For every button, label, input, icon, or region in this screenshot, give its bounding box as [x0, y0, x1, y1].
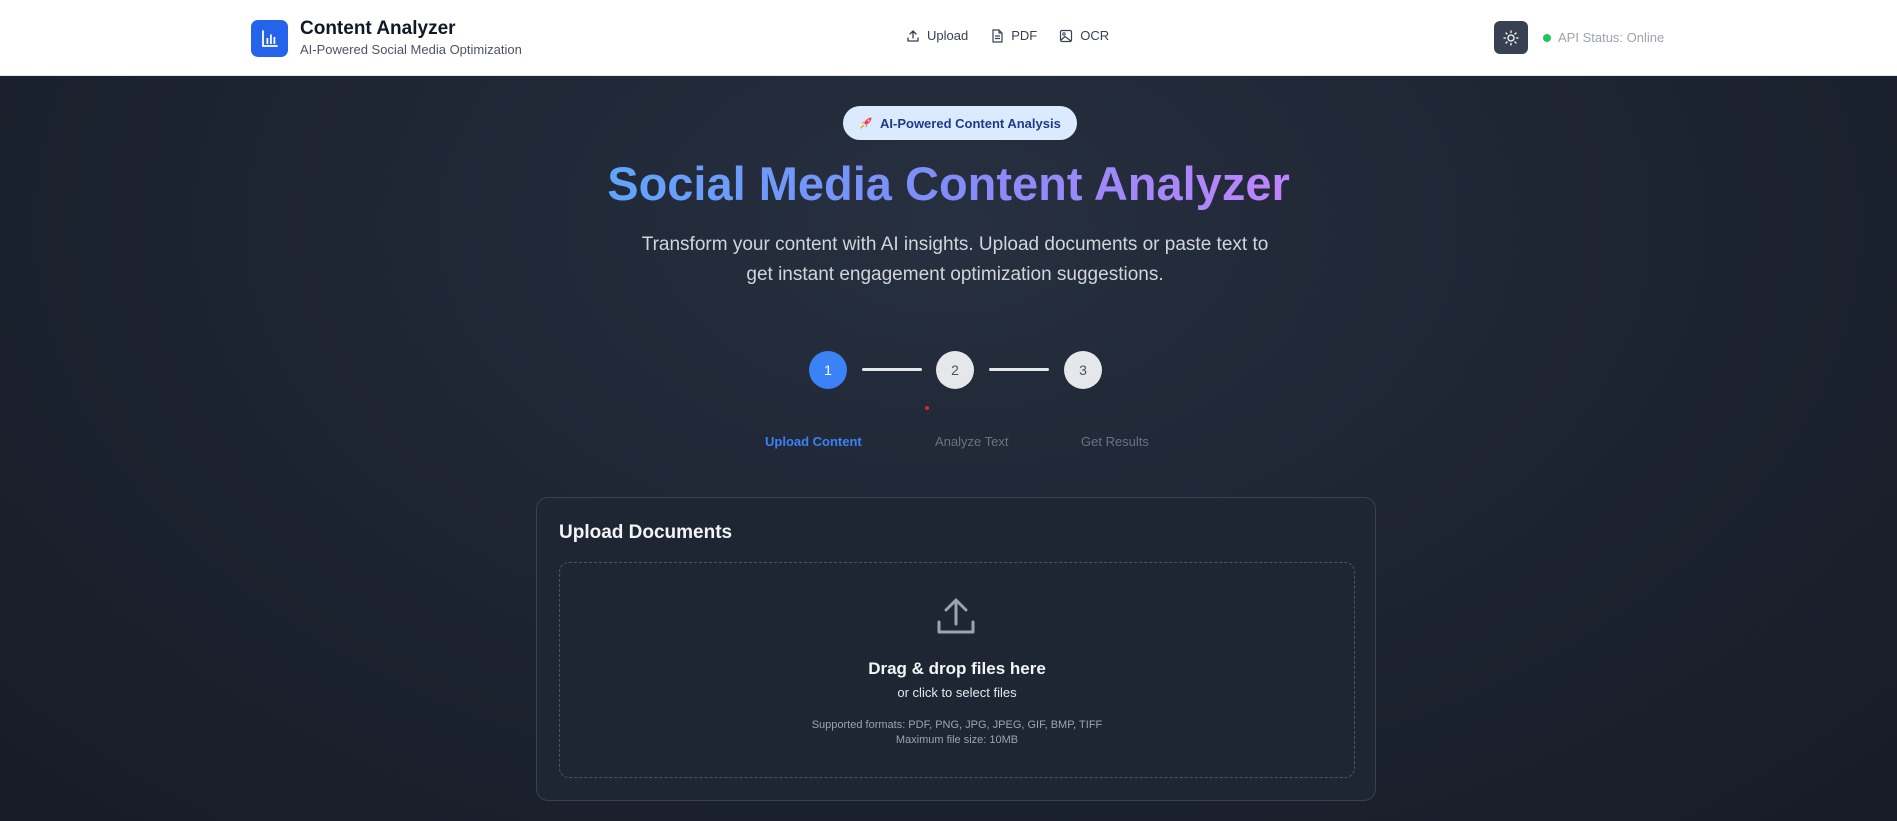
document-icon [992, 28, 1003, 43]
step-3: 3 [1064, 351, 1102, 389]
sun-icon [1503, 29, 1519, 46]
dropzone-title: Drag & drop files here [868, 659, 1046, 678]
step-connector [989, 368, 1049, 371]
api-status: API Status: Online [1543, 30, 1664, 45]
app-title: Content Analyzer [300, 18, 456, 39]
bar-chart-icon [251, 20, 288, 57]
indicator-dot [925, 406, 929, 410]
upload-icon [937, 598, 975, 634]
nav-ocr[interactable]: OCR [1059, 28, 1109, 43]
file-dropzone[interactable]: Drag & drop files here or click to selec… [559, 562, 1355, 778]
upload-card: Upload Documents Drag & drop files here … [536, 497, 1376, 801]
api-status-text: API Status: Online [1558, 30, 1665, 45]
image-icon [1060, 29, 1073, 42]
main-nav: Upload PDF OCR [906, 28, 1109, 43]
page-title-text: Social Media Content Analyzer [607, 157, 1290, 210]
step-label-analyze: Analyze Text [935, 434, 1009, 449]
nav-pdf-label: PDF [1011, 28, 1038, 43]
step-connector [862, 368, 922, 371]
theme-toggle-button[interactable] [1494, 21, 1528, 54]
step-1: 1 [809, 351, 847, 389]
rocket-icon [860, 117, 872, 129]
max-file-size: Maximum file size: 10MB [895, 734, 1019, 746]
step-2: 2 [936, 351, 974, 389]
nav-upload[interactable]: Upload [906, 28, 968, 43]
upload-card-title: Upload Documents [559, 522, 733, 543]
status-dot-icon [1543, 33, 1551, 42]
page-title: Social Media Content Analyzer [0, 156, 1897, 212]
main-content: AI-Powered Content Analysis Social Media… [0, 76, 1897, 821]
step-label-results: Get Results [1081, 434, 1149, 449]
page-subtitle: Transform your content with AI insights.… [641, 234, 1269, 285]
supported-formats: Supported formats: PDF, PNG, JPG, JPEG, … [811, 719, 1103, 731]
brand[interactable]: Content Analyzer AI-Powered Social Media… [251, 18, 522, 59]
app-subtitle: AI-Powered Social Media Optimization [300, 42, 522, 57]
nav-upload-label: Upload [927, 28, 969, 43]
nav-ocr-label: OCR [1080, 28, 1110, 43]
step-label-upload: Upload Content [765, 434, 862, 449]
dropzone-subtitle: or click to select files [897, 685, 1017, 700]
upload-icon [907, 29, 919, 42]
app-header: Content Analyzer AI-Powered Social Media… [0, 0, 1897, 76]
nav-pdf[interactable]: PDF [990, 28, 1037, 43]
hero-badge: AI-Powered Content Analysis [843, 106, 1077, 140]
hero-badge-label: AI-Powered Content Analysis [880, 115, 1061, 131]
